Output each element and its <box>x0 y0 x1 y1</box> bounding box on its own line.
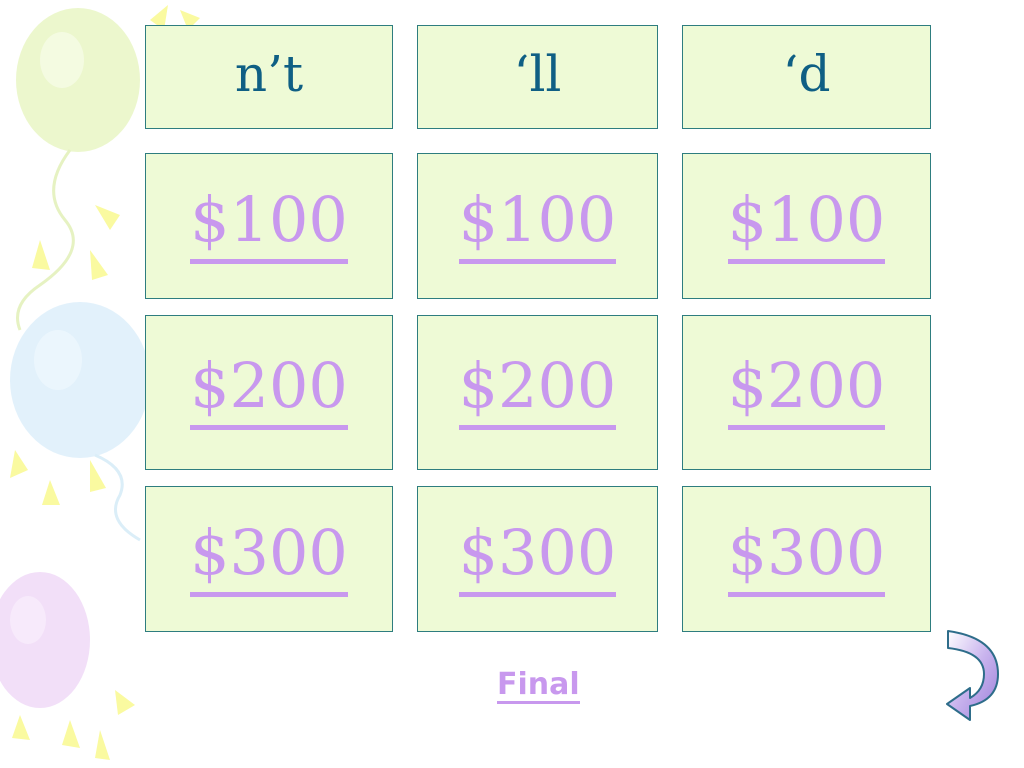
question-cell-d-200[interactable]: $200 <box>682 315 931 470</box>
question-link[interactable]: $300 <box>190 521 348 597</box>
category-header-nt: n’t <box>145 25 393 129</box>
question-link[interactable]: $200 <box>190 355 348 430</box>
question-cell-d-100[interactable]: $100 <box>682 153 931 299</box>
question-link[interactable]: $100 <box>190 188 348 264</box>
question-cell-nt-200[interactable]: $200 <box>145 315 393 470</box>
category-label: ‘d <box>782 45 831 103</box>
question-cell-ll-200[interactable]: $200 <box>417 315 658 470</box>
category-label: n’t <box>234 45 304 103</box>
question-link[interactable]: $100 <box>458 188 617 264</box>
question-cell-d-300[interactable]: $300 <box>682 486 931 632</box>
question-cell-ll-300[interactable]: $300 <box>417 486 658 632</box>
question-cell-ll-100[interactable]: $100 <box>417 153 658 299</box>
final-round-link[interactable]: Final <box>497 669 580 704</box>
question-link[interactable]: $300 <box>727 521 886 597</box>
curved-back-arrow-icon[interactable] <box>944 628 1002 736</box>
category-header-d: ‘d <box>682 25 931 129</box>
category-label: ‘ll <box>513 45 562 103</box>
question-link[interactable]: $300 <box>458 521 617 597</box>
question-link[interactable]: $200 <box>458 355 617 430</box>
category-header-ll: ‘ll <box>417 25 658 129</box>
question-cell-nt-100[interactable]: $100 <box>145 153 393 299</box>
question-link[interactable]: $200 <box>727 355 886 430</box>
question-cell-nt-300[interactable]: $300 <box>145 486 393 632</box>
question-link[interactable]: $100 <box>727 188 886 264</box>
